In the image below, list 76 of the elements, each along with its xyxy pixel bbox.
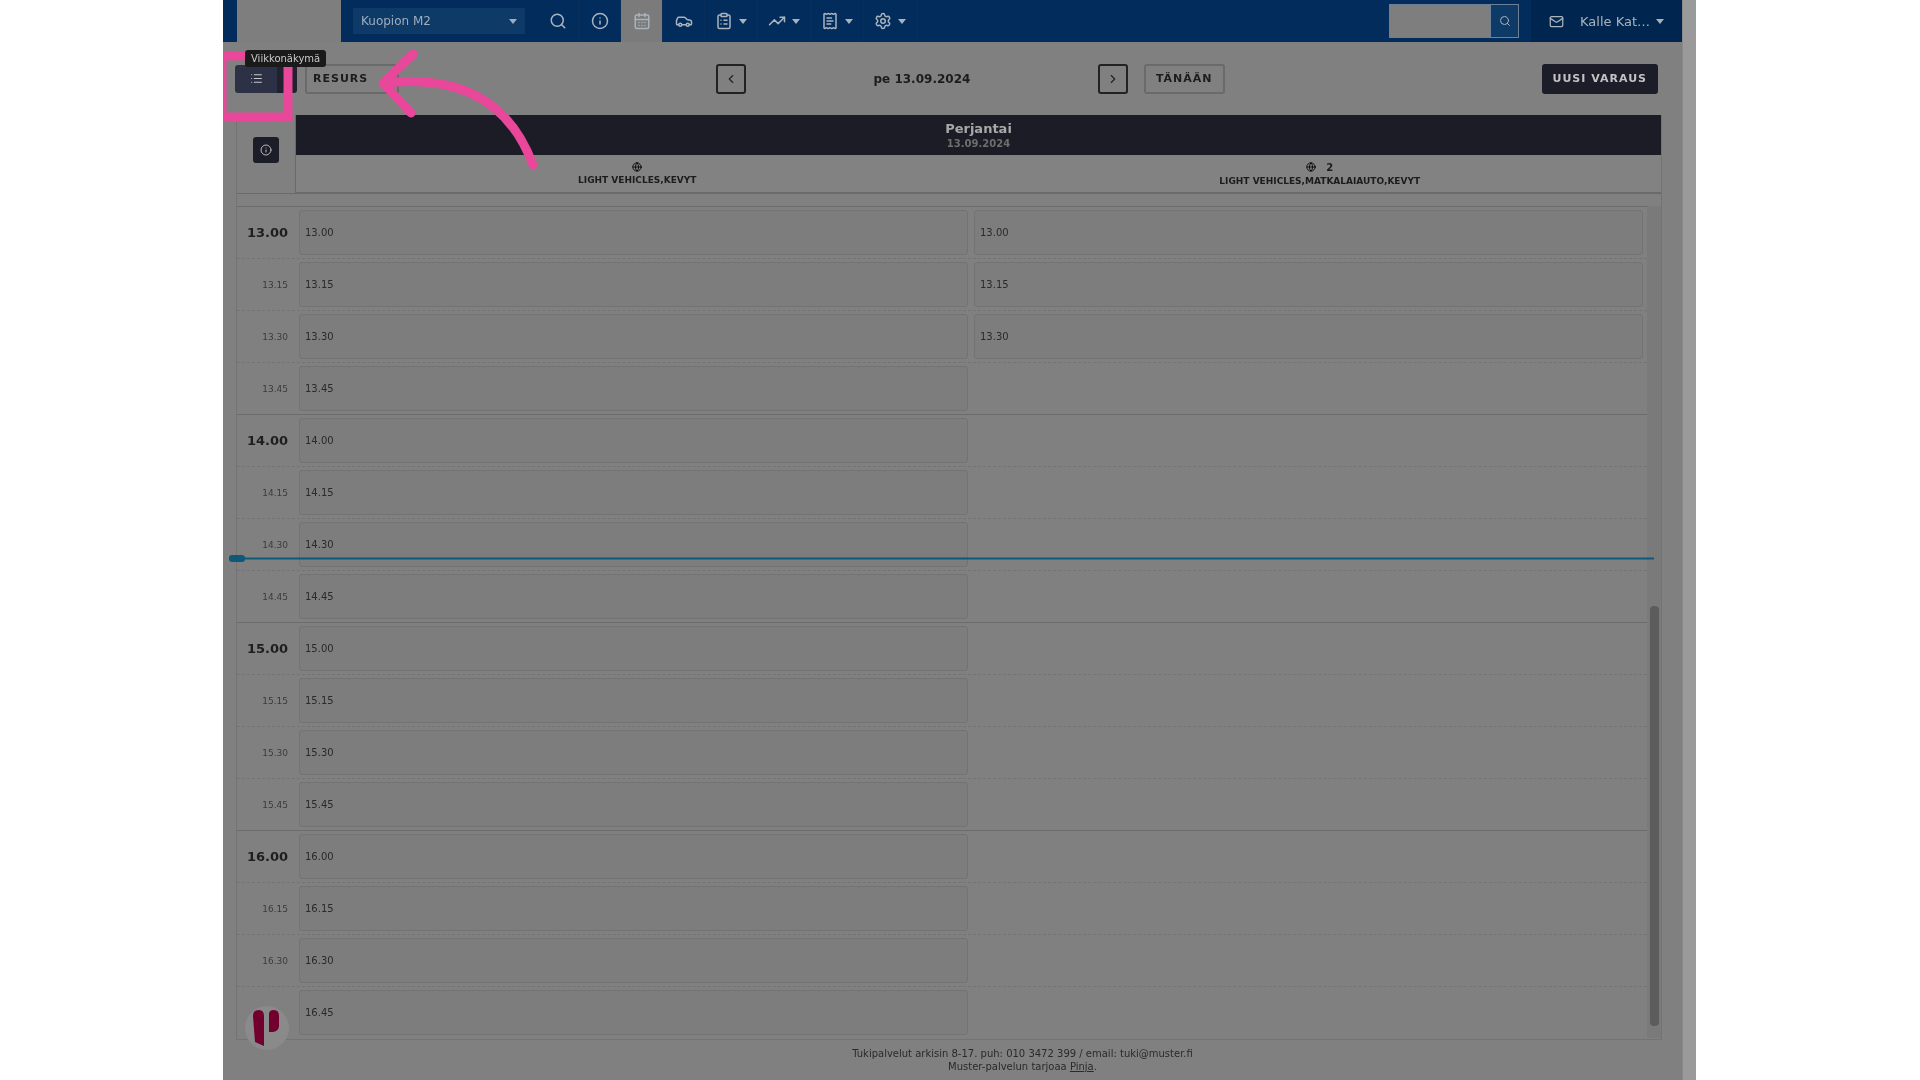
resources-button[interactable]: RESURS: [305, 63, 399, 94]
time-slot[interactable]: 14.15: [299, 470, 968, 515]
time-slot[interactable]: 16.45: [299, 990, 968, 1035]
calendar-icon: [632, 12, 651, 30]
view-toggle-button[interactable]: [235, 64, 277, 93]
caret-icon: [845, 18, 853, 24]
time-label: 15.00: [246, 641, 288, 656]
settings-icon: [874, 12, 892, 30]
time-slot[interactable]: 13.00: [299, 210, 968, 255]
time-slot[interactable]: 14.00: [299, 418, 968, 463]
clipboard-icon: [715, 12, 733, 30]
provider-link[interactable]: Pinja: [1069, 1061, 1094, 1072]
time-slot[interactable]: 16.00: [299, 834, 968, 879]
caret-icon: [792, 18, 800, 24]
time-slot[interactable]: 15.00: [299, 626, 968, 671]
day-name: Perjantai: [945, 121, 1012, 136]
mail-icon[interactable]: [1549, 13, 1564, 29]
info-icon: [260, 144, 272, 156]
resource-label: LIGHT VEHICLES,KEVYT: [578, 175, 697, 185]
caret-icon: [898, 18, 906, 24]
time-label: 14.30: [262, 539, 288, 550]
caret-icon: [739, 18, 747, 24]
resource-count: 2: [1326, 161, 1334, 173]
time-label: 13.00: [246, 225, 288, 240]
time-label: 15.15: [262, 695, 288, 706]
tooltip: Viikkonäkymä: [245, 50, 327, 67]
caret-icon: [1656, 18, 1664, 24]
time-label: 15.45: [262, 799, 288, 810]
search-button[interactable]: [1490, 4, 1519, 38]
app-logo[interactable]: [245, 1006, 289, 1050]
globe-icon: [632, 162, 643, 172]
time-label: 13.30: [262, 331, 288, 342]
scrollbar[interactable]: [1647, 206, 1661, 1038]
time-slot[interactable]: 13.15: [299, 262, 968, 307]
today-button[interactable]: TÄNÄÄN: [1143, 63, 1225, 94]
time-slot[interactable]: 14.45: [299, 574, 968, 619]
next-day-button[interactable]: [1097, 63, 1128, 94]
resource-label: LIGHT VEHICLES,MATKALAIAUTO,KEVYT: [1219, 175, 1421, 186]
time-slot[interactable]: 16.30: [299, 938, 968, 983]
time-slot[interactable]: 13.30: [974, 314, 1643, 359]
time-slot[interactable]: 15.30: [299, 730, 968, 775]
time-slot[interactable]: 13.00: [974, 210, 1643, 255]
time-slot[interactable]: 15.45: [299, 782, 968, 827]
time-slot[interactable]: 15.15: [299, 678, 968, 723]
search-icon: [548, 12, 567, 30]
support-info: Tukipalvelut arkisin 8-17. puh: 010 3472 399 / email: tuki@muster.fi: [852, 1048, 1193, 1059]
time-label: 16.00: [246, 849, 288, 864]
day-date: 13.09.2024: [946, 138, 1011, 149]
time-label: 13.15: [262, 279, 288, 290]
provider-text: Muster-palvelun tarjoaa Pinja.: [948, 1061, 1097, 1072]
time-label: 14.15: [262, 487, 288, 498]
time-label: 13.45: [262, 383, 288, 394]
time-slot[interactable]: 14.30: [299, 522, 968, 567]
search-field[interactable]: [1389, 4, 1490, 38]
time-label: 14.00: [246, 433, 288, 448]
nav-button[interactable]: [621, 0, 663, 42]
time-slot[interactable]: 13.30: [299, 314, 968, 359]
caret-icon: [509, 18, 517, 24]
time-label: 15.30: [262, 747, 288, 758]
time-label: 16.15: [262, 903, 288, 914]
time-slot[interactable]: 16.15: [299, 886, 968, 931]
page-scrollbar[interactable]: [1682, 0, 1696, 1080]
globe-icon: [1306, 162, 1317, 172]
info-button[interactable]: [253, 137, 279, 163]
search-icon: [1498, 15, 1511, 27]
time-slot[interactable]: 13.45: [299, 366, 968, 411]
location-select[interactable]: Kuopion M2: [353, 8, 525, 34]
time-label: 16.30: [262, 955, 288, 966]
time-label: 14.45: [262, 591, 288, 602]
receipt-icon: [821, 12, 839, 30]
list-icon: [249, 72, 263, 85]
previous-day-button[interactable]: [715, 63, 746, 94]
info-icon: [590, 12, 609, 30]
new-booking-button[interactable]: UUSI VARAUS: [1541, 63, 1658, 94]
time-slot[interactable]: 13.15: [974, 262, 1643, 307]
current-date: pe 13.09.2024: [872, 71, 972, 86]
